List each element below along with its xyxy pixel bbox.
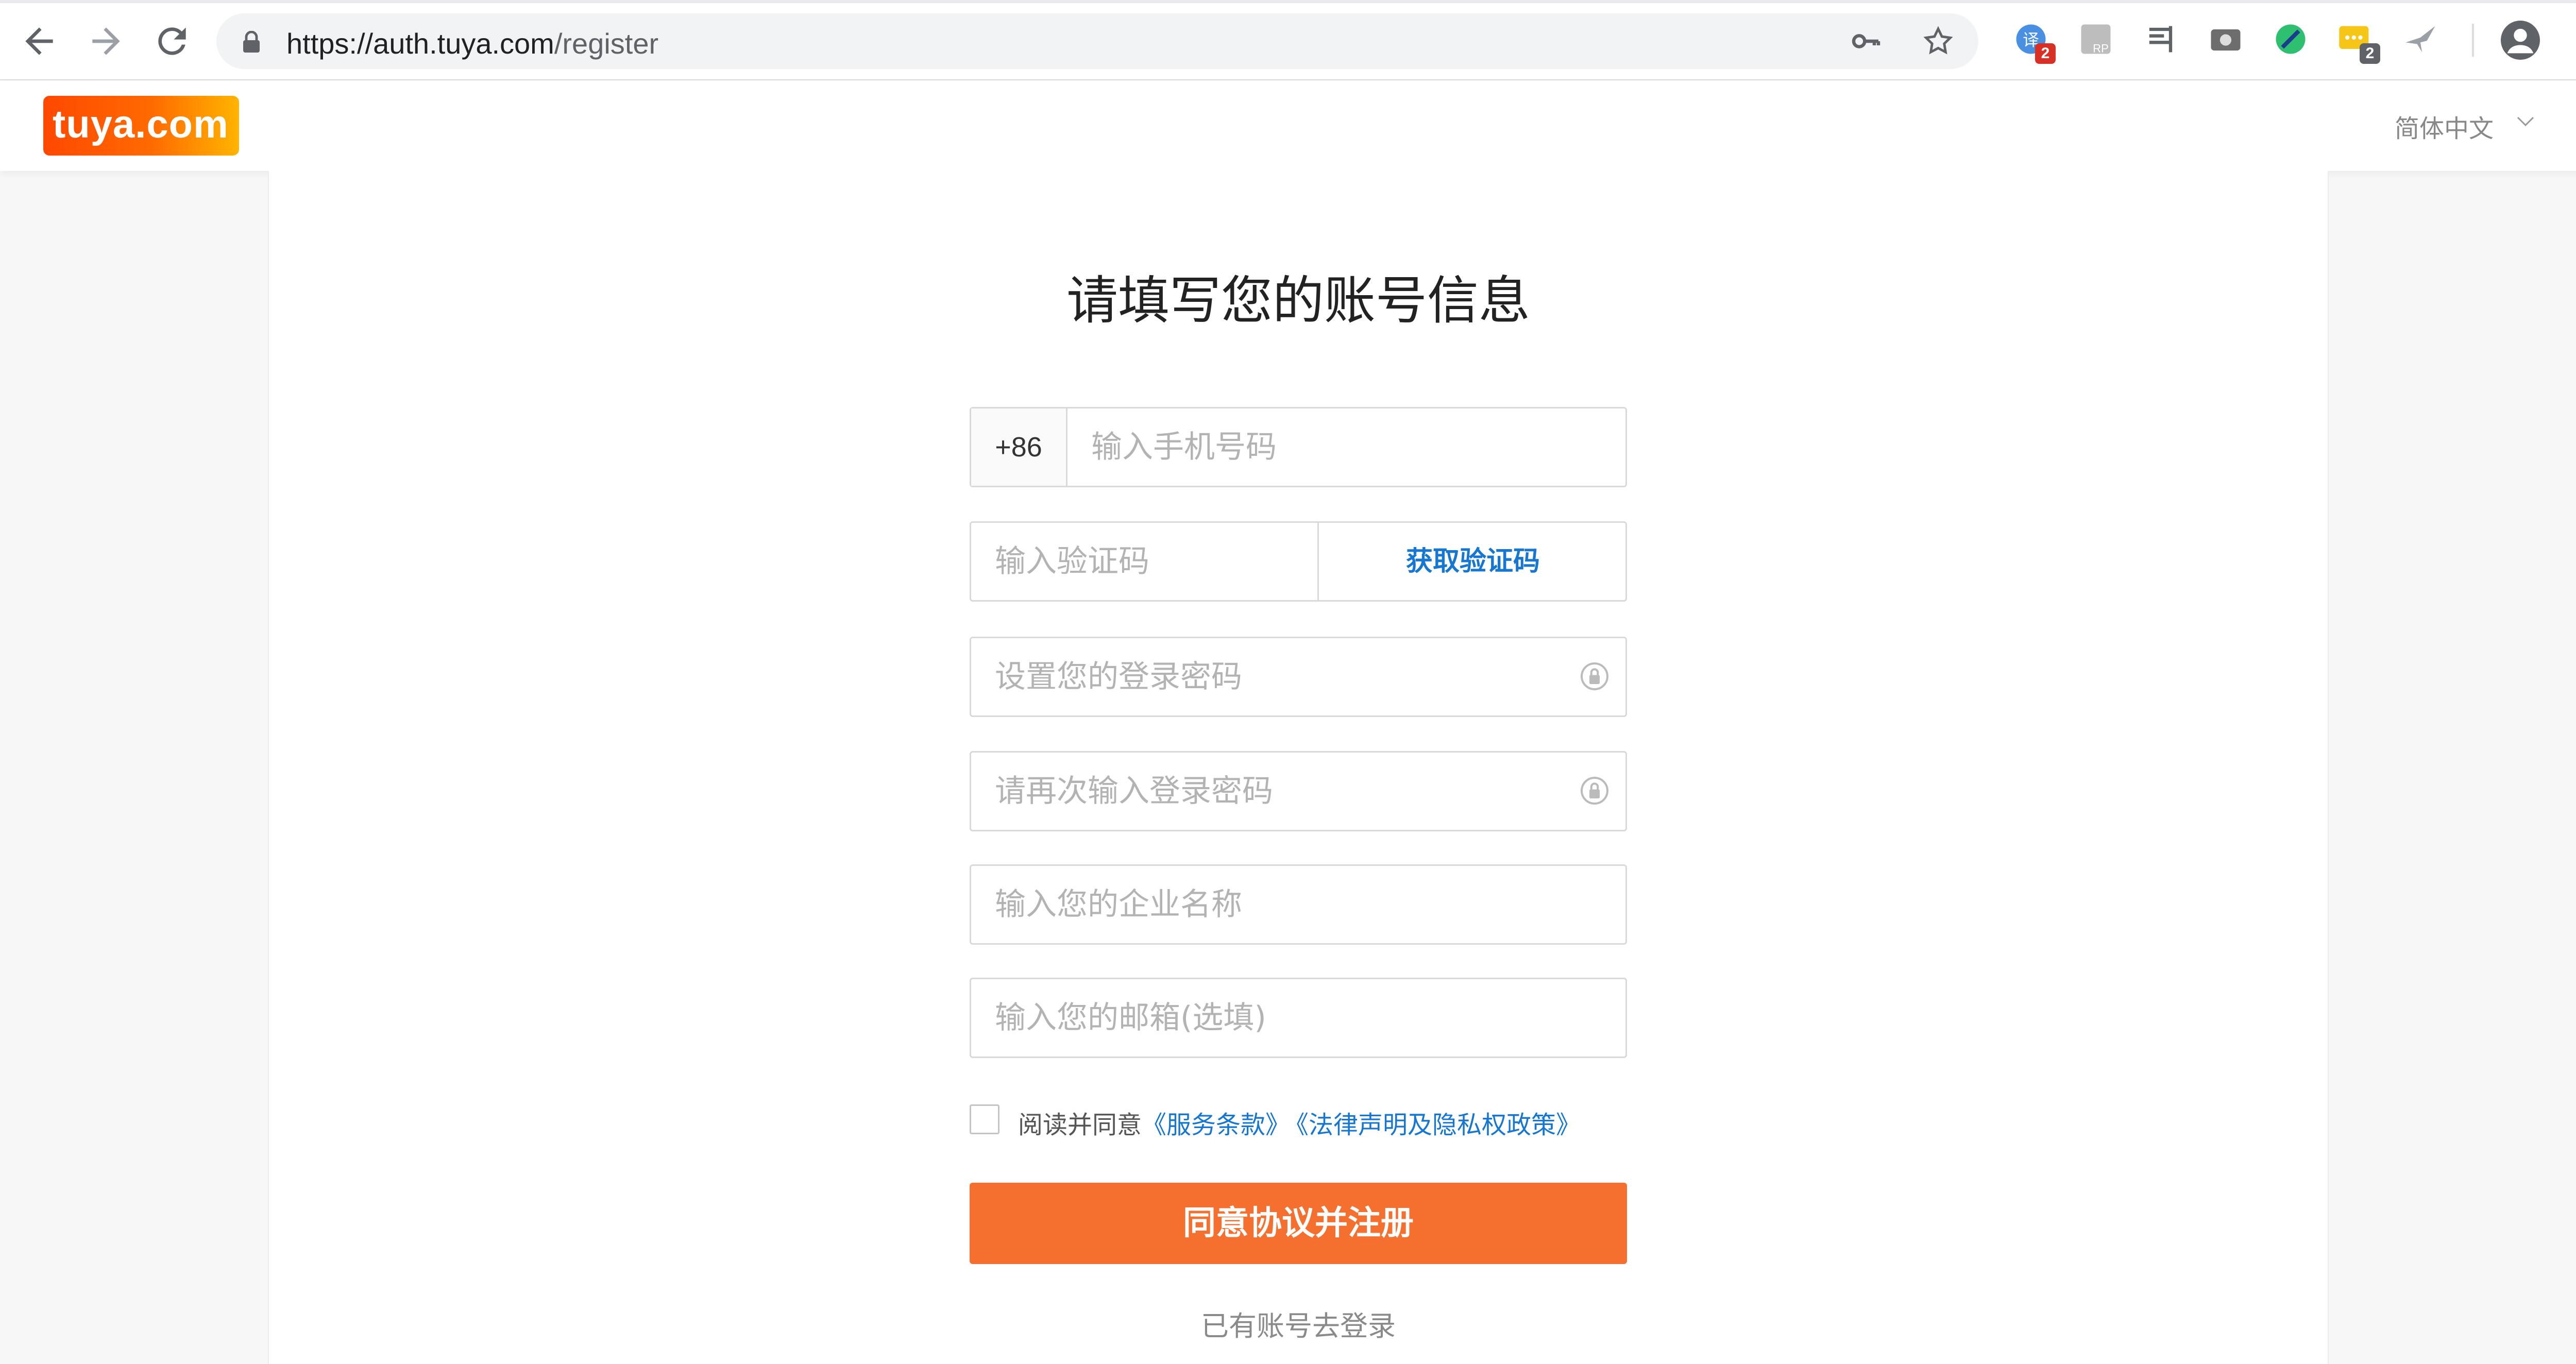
url-host: https://auth.tuya.com: [286, 27, 554, 60]
register-panel: 请填写您的账号信息 +86 获取验证码 阅读并同意 《服务条款》 《法律声: [268, 171, 2329, 1364]
verification-code-input[interactable]: [971, 523, 1317, 600]
register-submit-button[interactable]: 同意协议并注册: [970, 1183, 1627, 1264]
verification-code-field: 获取验证码: [970, 521, 1627, 602]
password-confirm-field: [970, 751, 1627, 831]
reader-extension-icon[interactable]: [2141, 20, 2180, 59]
phone-field: +86: [970, 407, 1627, 487]
reload-button[interactable]: [151, 21, 193, 62]
country-code-prefix[interactable]: +86: [971, 408, 1067, 486]
company-input[interactable]: [971, 866, 1625, 943]
email-field: [970, 978, 1627, 1058]
chevron-down-icon[interactable]: [2516, 114, 2535, 130]
address-bar[interactable]: https://auth.tuya.com/register: [216, 13, 1978, 69]
translate-extension-icon[interactable]: 译 2: [2011, 20, 2056, 64]
extension-badge: 2: [2360, 43, 2380, 64]
get-code-button[interactable]: 获取验证码: [1317, 523, 1627, 600]
language-selector[interactable]: 简体中文: [2395, 108, 2494, 144]
email-input[interactable]: [971, 979, 1625, 1056]
bookmark-star-icon[interactable]: [1922, 25, 1955, 58]
password-lock-icon[interactable]: [1579, 661, 1610, 692]
screenshot-extension-icon[interactable]: [2206, 20, 2245, 59]
profile-avatar-icon[interactable]: [2501, 21, 2540, 60]
terms-link[interactable]: 《服务条款》: [1142, 1104, 1290, 1140]
site-header: tuya.com 简体中文: [0, 80, 2576, 171]
chat-extension-icon[interactable]: 2: [2336, 20, 2380, 64]
password-input[interactable]: [971, 638, 1625, 715]
go-to-login-link[interactable]: 已有账号去登录: [970, 1303, 1627, 1344]
url-path: /register: [554, 27, 659, 60]
page-title: 请填写您的账号信息: [1066, 270, 1530, 331]
url-text: https://auth.tuya.com/register: [286, 27, 658, 60]
tab-strip-edge: [0, 0, 2576, 3]
extension-badge: 2: [2035, 43, 2056, 64]
browser-toolbar: https://auth.tuya.com/register 译 2 RP 2: [0, 0, 2576, 80]
arrow-right-icon: [92, 27, 120, 55]
key-icon[interactable]: [1850, 25, 1883, 58]
axure-rp-extension-icon[interactable]: RP: [2076, 20, 2115, 59]
company-field: [970, 864, 1627, 945]
svg-text:RP: RP: [2093, 42, 2109, 55]
lock-icon: [243, 31, 260, 53]
arrow-left-icon: [25, 27, 53, 55]
toolbar-separator: [2472, 24, 2474, 57]
logo-text: tuya.com: [53, 103, 229, 146]
color-picker-extension-icon[interactable]: [2271, 20, 2310, 59]
password-field: [970, 637, 1627, 717]
bird-extension-icon[interactable]: [2401, 20, 2440, 59]
password-confirm-input[interactable]: [971, 753, 1625, 830]
tuya-logo[interactable]: tuya.com: [43, 96, 239, 156]
agree-label: 阅读并同意: [1018, 1111, 1142, 1139]
privacy-policy-link[interactable]: 《法律声明及隐私权政策》: [1284, 1104, 1581, 1140]
back-button[interactable]: [19, 21, 60, 62]
reload-icon: [158, 27, 186, 55]
phone-input[interactable]: [1067, 408, 1625, 486]
forward-button[interactable]: [86, 21, 127, 62]
agree-checkbox[interactable]: [970, 1104, 999, 1134]
password-lock-icon[interactable]: [1579, 775, 1610, 806]
